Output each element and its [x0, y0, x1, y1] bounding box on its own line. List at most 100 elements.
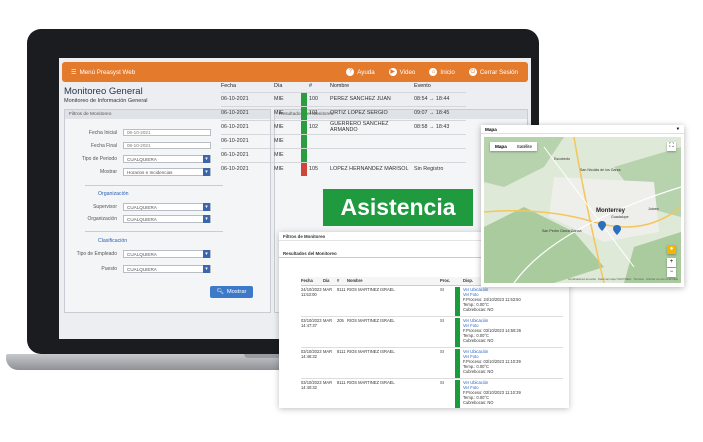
organizacion-select[interactable]: CUALQUIERA ▾ [123, 215, 211, 223]
cell-dia: MIE [274, 133, 301, 148]
help-button[interactable]: ? Ayuda [346, 68, 375, 76]
cell-nombre: RIOS MARTINEZ ISRAEL [347, 378, 440, 408]
chevron-down-icon[interactable]: ▾ [677, 126, 679, 132]
puesto-value: CUALQUIERA [127, 267, 157, 272]
status-bar [455, 379, 460, 408]
home-label: Inicio [440, 68, 455, 76]
cell-nombre [330, 133, 414, 148]
home-button[interactable]: ⌂ Inicio [429, 68, 455, 76]
status-bar [455, 286, 460, 316]
cell-dia: MAR [323, 285, 337, 317]
zoom-in-icon[interactable]: + [667, 258, 676, 267]
cell-num [309, 133, 330, 148]
cell-nombre [330, 147, 414, 162]
fullscreen-icon[interactable]: ⛶ [667, 142, 676, 151]
cell-fecha: 06-10-2021 [221, 91, 274, 106]
pegman-icon[interactable]: ● [667, 245, 676, 254]
table-row[interactable]: 06-10-2021 MIE [221, 147, 466, 162]
mostrar-value: Horarios e Incidencias [127, 170, 173, 175]
map-label: San Pedro Garza García [542, 229, 582, 233]
cell-evento: 09:07 → 18:45 [414, 105, 466, 120]
cell-nombre: LOPEZ HERNANDEZ MARISOL [330, 161, 414, 176]
table-row[interactable]: 06-10-2021 MIE 102 GUERRERO SANCHEZ ARMANDO… [221, 119, 466, 134]
cell-nombre: RIOS MARTINEZ ISRAEL [347, 347, 440, 379]
col-header: Proc. [440, 277, 455, 286]
mostrar-label: Mostrar [100, 169, 117, 175]
puesto-select[interactable]: CUALQUIERA ▾ [123, 265, 211, 273]
divider [85, 185, 223, 186]
col-header: # [309, 82, 312, 89]
col-header: Día [323, 277, 337, 286]
status-swatch [301, 148, 307, 162]
tab-mapa[interactable]: Mapa [490, 142, 512, 151]
top-navigation-bar: ☰ Menú Preasyst Web ? Ayuda ▶ Video ⌂ Inici… [62, 62, 528, 82]
cell-fecha: 03/10/2023 14:40:32 [301, 378, 323, 408]
map-label: San Nicolás de los Garza [580, 168, 621, 172]
fecha-inicial-input[interactable]: 06-10-2021 [123, 129, 211, 136]
puesto-label: Puesto [101, 266, 117, 272]
status-swatch [301, 106, 307, 120]
cell-nombre: PEREZ SANCHEZ JUAN [330, 91, 414, 106]
location-pin-icon[interactable] [598, 221, 606, 231]
video-icon: ▶ [388, 68, 397, 76]
status-swatch [301, 120, 307, 134]
map-type-tabs: Mapa Satélite [490, 142, 538, 151]
cell-num: 102 [309, 119, 330, 134]
organizacion-label: Organización [87, 216, 117, 222]
search-icon: 🔍︎ [216, 289, 224, 295]
cell-fecha: 24/10/2023 11:53:00 [301, 285, 323, 317]
cell-fecha: 06-10-2021 [221, 119, 274, 134]
cell-dia: MAR [323, 316, 337, 348]
tipo-empleado-value: CUALQUIERA [127, 252, 157, 257]
fecha-final-input[interactable]: 06-10-2021 [123, 142, 211, 149]
cell-dia: MIE [274, 105, 301, 120]
zoom-out-icon[interactable]: − [667, 268, 676, 277]
map-footer: Combinaciones de teclas · Datos del mapa… [568, 278, 678, 281]
table-row[interactable]: 06-10-2021 MIE 100 PEREZ SANCHEZ JUAN 08:54 … [221, 91, 466, 106]
supervisor-select[interactable]: CUALQUIERA ▾ [123, 203, 211, 211]
card-results-table: Fecha Día # Nombre Proc. Disp. 24/10/202… [301, 277, 563, 408]
classification-section-title: Clasificación [98, 238, 128, 244]
cell-evento: 08:58 → 18:43 [414, 119, 466, 134]
map-city-label: Monterrey [596, 208, 626, 214]
list-item[interactable]: 03/10/2023 14:46:32 MAR 8111 RIOS MARTINEZ … [301, 347, 563, 379]
list-item[interactable]: 24/10/2023 11:53:00 MAR 8111 RIOS MARTINEZ … [301, 285, 563, 317]
cell-fecha: 06-10-2021 [221, 105, 274, 120]
map-label: Guadalupe [611, 215, 629, 219]
cell-dia: MAR [323, 347, 337, 379]
tab-satelite[interactable]: Satélite [512, 142, 537, 151]
chevron-down-icon: ▾ [203, 265, 210, 273]
list-item[interactable]: 03/10/2023 14:47:37 MAR 205 RIOS MARTINEZ I… [301, 316, 563, 348]
logout-button[interactable]: ⏻ Cerrar Sesión [468, 68, 518, 76]
logout-label: Cerrar Sesión [479, 68, 518, 76]
map-view[interactable]: Mapa Satélite ⛶ San Nicolás de los Garza… [484, 137, 681, 283]
col-header: Nombre [330, 82, 350, 89]
video-button[interactable]: ▶ Video [388, 68, 415, 76]
cell-num: 8111 [337, 285, 347, 317]
mostrar-button[interactable]: 🔍︎ Mostrar [210, 286, 253, 298]
cell-fecha: 06-10-2021 [221, 147, 274, 162]
cell-dia: MIE [274, 161, 301, 176]
table-row[interactable]: 06-10-2021 MIE 105 LOPEZ HERNANDEZ MARISOL S… [221, 161, 466, 176]
tipo-periodo-select[interactable]: CUALQUIERA ▾ [123, 155, 211, 163]
tipo-empleado-select[interactable]: CUALQUIERA ▾ [123, 250, 211, 258]
cell-num [309, 147, 330, 162]
cell-num: 100 [309, 91, 330, 106]
table-row[interactable]: 06-10-2021 MIE 101 ORTIZ LOPEZ SERGIO 09:07 … [221, 105, 466, 120]
map-window-title: Mapa [485, 127, 497, 132]
menu-label: Menú Preasyst Web [79, 68, 136, 76]
map-label: Escobedo [554, 157, 570, 161]
menu-icon: ☰ [71, 68, 77, 76]
col-header: # [337, 277, 347, 286]
table-row[interactable]: 06-10-2021 MIE [221, 133, 466, 148]
location-pin-icon[interactable] [613, 225, 621, 235]
fecha-final-label: Fecha Final [90, 142, 117, 149]
cell-num: 101 [309, 105, 330, 120]
cell-nombre: RIOS MARTINEZ ISRAEL [347, 285, 440, 317]
cell-evento: Sin Registro [414, 161, 466, 176]
cell-num: 8111 [337, 378, 347, 408]
mostrar-select[interactable]: Horarios e Incidencias ▾ [123, 168, 211, 176]
list-item[interactable]: 03/10/2023 14:40:32 MAR 8111 RIOS MARTINEZ … [301, 378, 563, 408]
menu-button[interactable]: ☰ Menú Preasyst Web [71, 69, 135, 76]
status-swatch [301, 162, 307, 176]
